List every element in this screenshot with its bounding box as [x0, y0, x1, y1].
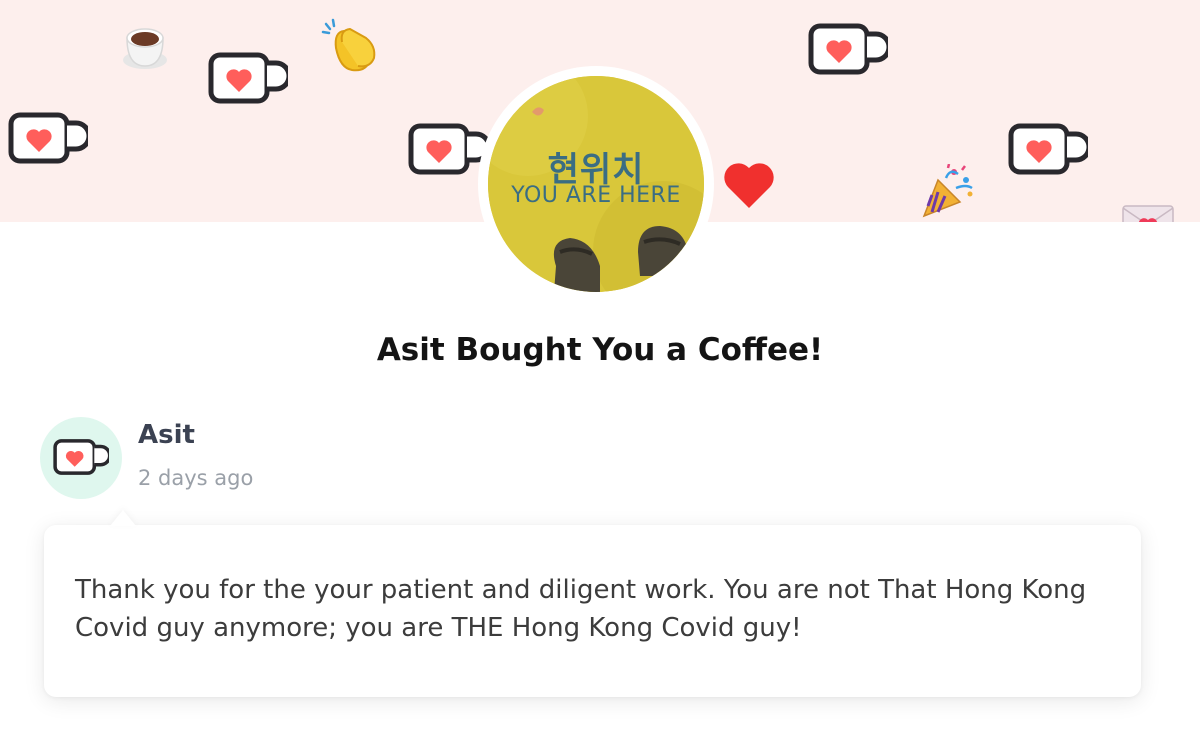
coffee-mug-heart-icon [53, 438, 109, 476]
profile-avatar: 현위치 YOU ARE HERE [478, 66, 714, 302]
coffee-cup-icon [122, 22, 168, 76]
message-bubble-tail [110, 510, 136, 526]
message-card: Thank you for the your patient and dilig… [44, 525, 1141, 697]
heart-icon [722, 160, 776, 214]
love-letter-icon [1122, 205, 1174, 222]
profile-photo: 현위치 YOU ARE HERE [488, 76, 704, 292]
clapping-hands-icon [320, 18, 378, 78]
party-popper-icon [918, 163, 978, 222]
supporter-avatar [40, 417, 122, 499]
supporter-name: Asit [138, 420, 195, 450]
coffee-mug-heart-icon [8, 112, 88, 164]
coffee-mug-heart-icon [208, 52, 288, 104]
avatar-english-text: YOU ARE HERE [511, 183, 681, 208]
coffee-mug-heart-icon [1008, 123, 1088, 175]
coffee-mug-heart-icon [408, 123, 488, 175]
coffee-mug-heart-icon [808, 23, 888, 75]
page-title: Asit Bought You a Coffee! [376, 332, 824, 368]
message-text: Thank you for the your patient and dilig… [75, 575, 1087, 643]
supporter-timestamp: 2 days ago [138, 466, 254, 490]
